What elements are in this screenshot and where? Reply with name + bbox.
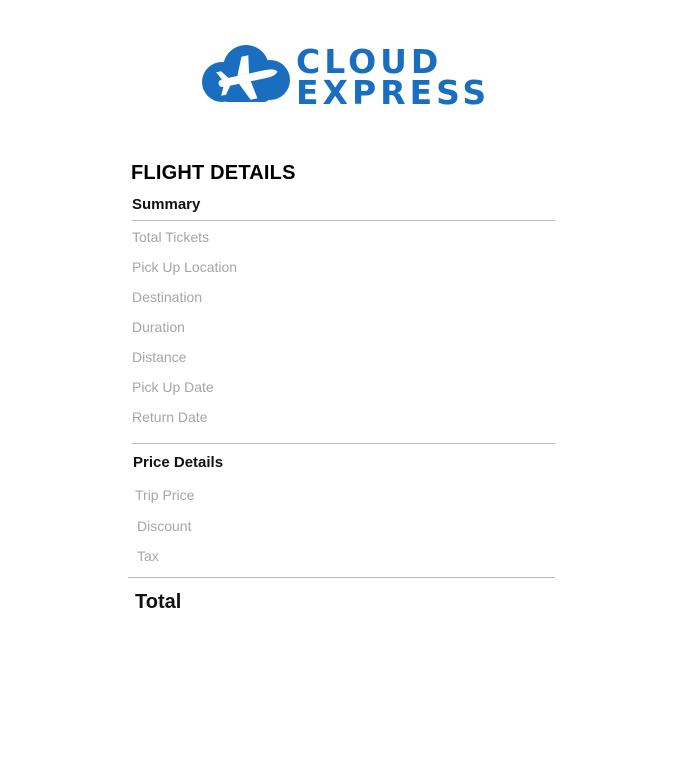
total-label: Total <box>135 591 182 613</box>
summary-row-return-date: Return Date <box>132 409 208 425</box>
summary-divider <box>132 220 555 221</box>
price-row-tax: Tax <box>137 548 159 564</box>
page-title: FLIGHT DETAILS <box>131 162 296 184</box>
price-row-discount: Discount <box>137 518 192 534</box>
summary-row-pick-up-date: Pick Up Date <box>132 379 214 395</box>
price-bottom-divider <box>128 577 555 578</box>
summary-row-pick-up-location: Pick Up Location <box>132 259 238 275</box>
brand-logo: CLOUD EXPRESS <box>200 44 486 110</box>
cloud-airplane-icon <box>202 45 290 102</box>
summary-row-destination: Destination <box>132 289 203 305</box>
price-row-trip-price: Trip Price <box>135 487 195 503</box>
summary-row-duration: Duration <box>132 319 185 335</box>
summary-row-total-tickets: Total Tickets <box>132 229 210 245</box>
summary-row-distance: Distance <box>132 349 187 365</box>
summary-title: Summary <box>132 196 201 213</box>
summary-bottom-divider <box>132 443 555 444</box>
brand-name-line2: EXPRESS <box>296 73 491 112</box>
brand-name: CLOUD EXPRESS <box>296 45 491 112</box>
price-details-title: Price Details <box>133 454 224 471</box>
